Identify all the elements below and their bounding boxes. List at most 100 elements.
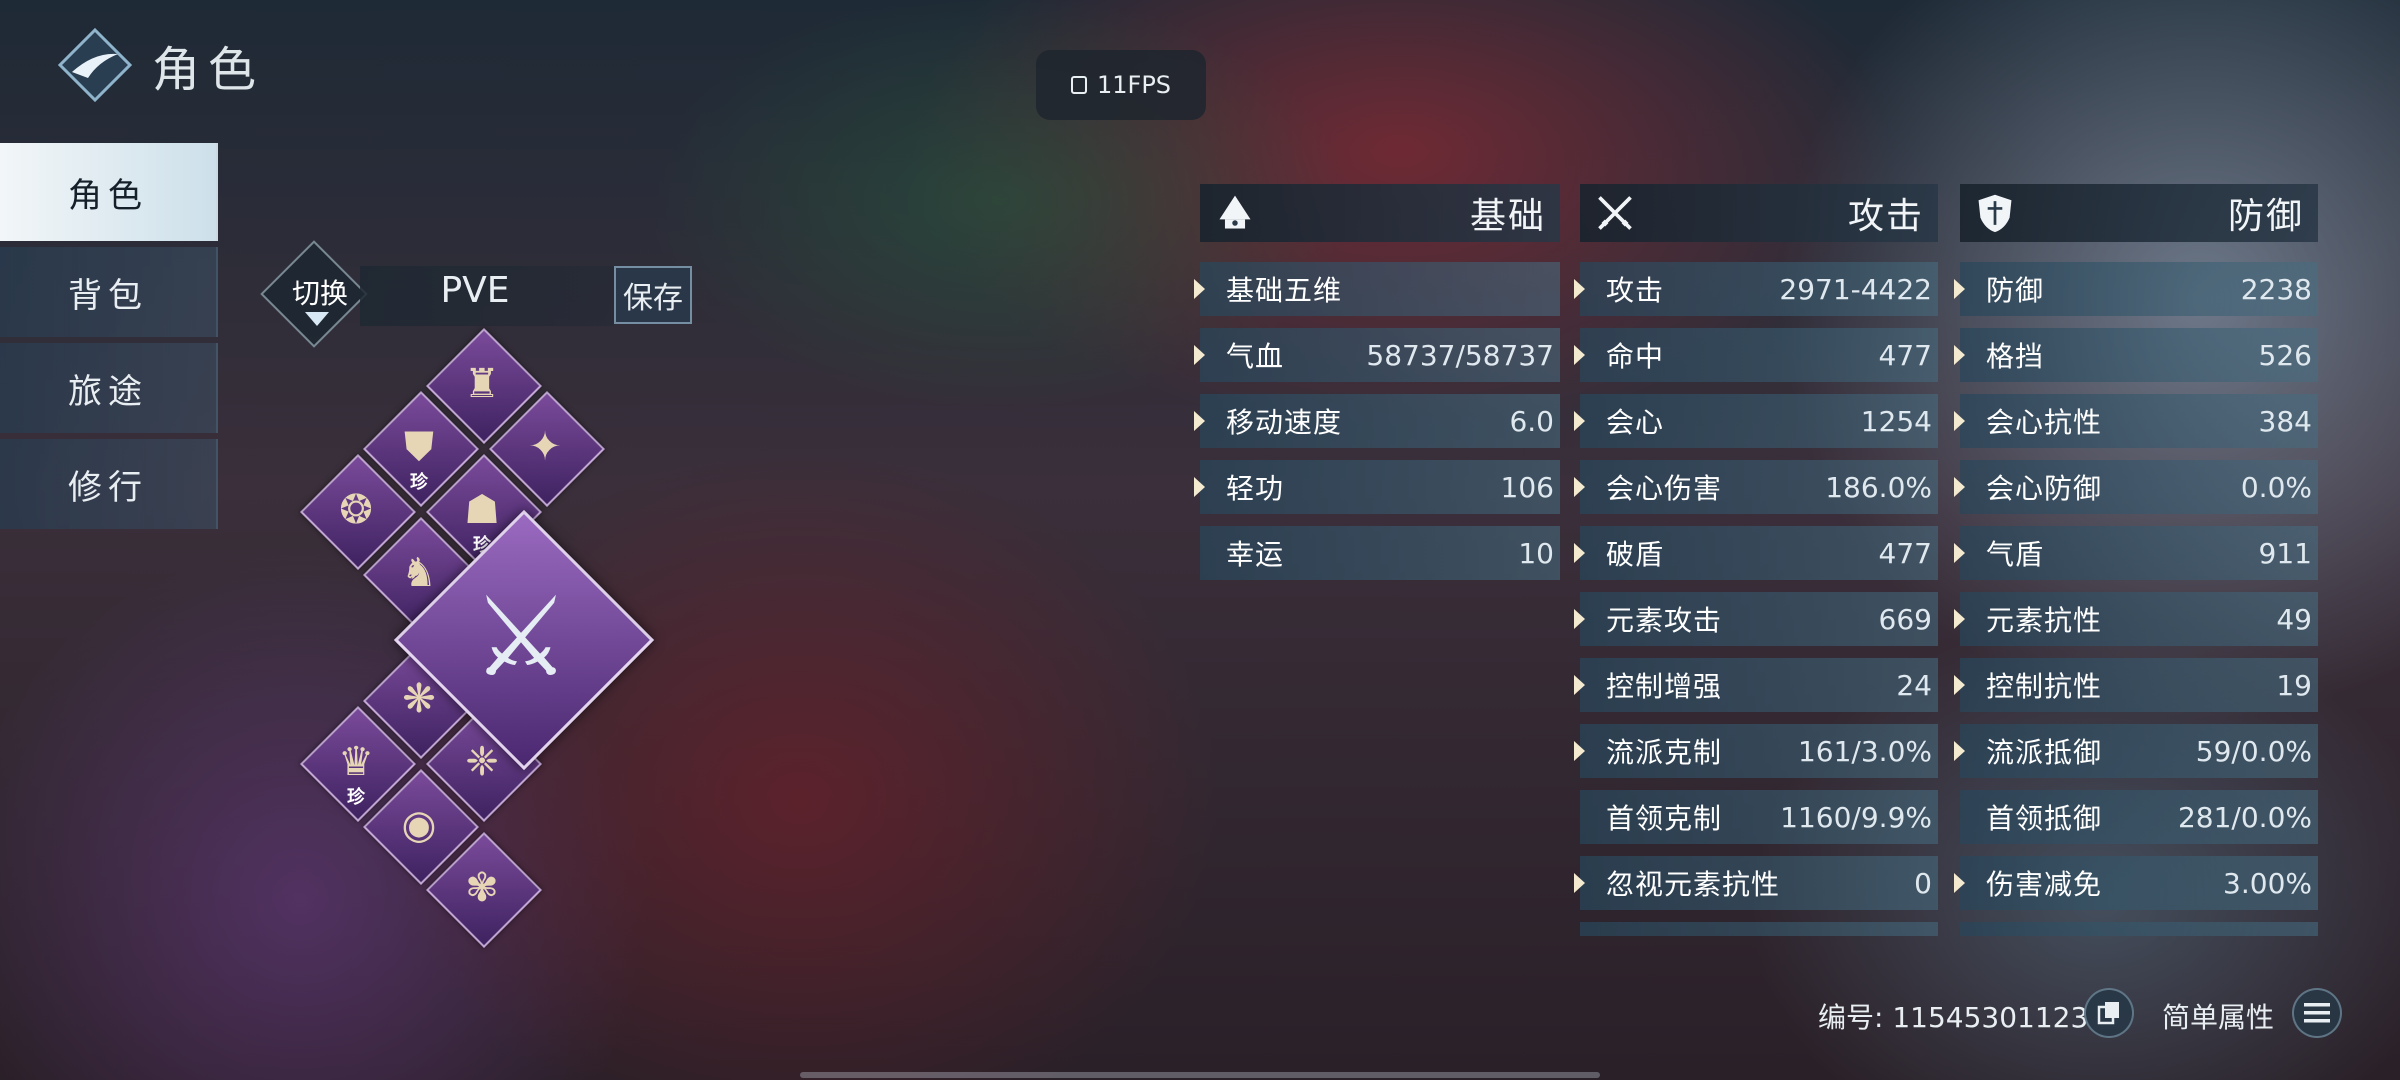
stat-row[interactable]: 破盾 477 bbox=[1574, 526, 1938, 580]
sword-icon: ⚔ bbox=[471, 573, 571, 701]
expand-arrow-icon bbox=[1574, 279, 1585, 299]
nav-tab-label: 角色 bbox=[68, 175, 148, 216]
stat-row[interactable]: 会心防御 0.0% bbox=[1954, 460, 2318, 514]
expand-arrow-icon bbox=[1954, 609, 1965, 629]
stats-header-basic: 基础 bbox=[1200, 184, 1560, 242]
nav-tab-label: 旅途 bbox=[68, 371, 148, 412]
stat-value: 186.0% bbox=[1825, 470, 1932, 504]
stat-row-partial bbox=[1580, 922, 1938, 936]
expand-arrow-icon bbox=[1574, 741, 1585, 761]
page-title: 角色 bbox=[152, 42, 265, 98]
stat-row[interactable]: 格挡 526 bbox=[1954, 328, 2318, 382]
chevron-down-icon bbox=[305, 312, 329, 326]
save-button[interactable]: 保存 bbox=[614, 266, 692, 324]
stat-row[interactable]: 移动速度 6.0 bbox=[1194, 394, 1560, 448]
stat-label: 破盾 bbox=[1606, 538, 1665, 571]
stat-label: 基础五维 bbox=[1226, 274, 1343, 307]
stat-row[interactable]: 会心 1254 bbox=[1574, 394, 1938, 448]
stat-row[interactable]: 元素抗性 49 bbox=[1954, 592, 2318, 646]
stat-row[interactable]: 流派抵御 59/0.0% bbox=[1954, 724, 2318, 778]
expand-arrow-icon bbox=[1954, 279, 1965, 299]
fps-label: 11FPS bbox=[1096, 71, 1172, 99]
nav-tab-label: 背包 bbox=[68, 275, 148, 316]
stat-value: 911 bbox=[2258, 536, 2312, 570]
stat-row: 幸运 10 bbox=[1200, 526, 1560, 580]
expand-arrow-icon bbox=[1574, 675, 1585, 695]
stat-value: 2238 bbox=[2240, 272, 2312, 306]
expand-arrow-icon bbox=[1954, 741, 1965, 761]
stat-value: 0.0% bbox=[2240, 470, 2312, 504]
stat-row[interactable]: 元素攻击 669 bbox=[1574, 592, 1938, 646]
copy-id-button[interactable] bbox=[2084, 988, 2134, 1038]
copy-id-icon bbox=[2097, 1002, 2119, 1025]
stat-label: 轻功 bbox=[1226, 472, 1285, 505]
nav-tab-label: 修行 bbox=[68, 467, 148, 508]
expand-arrow-icon bbox=[1574, 873, 1585, 893]
stat-row[interactable]: 基础五维 bbox=[1194, 262, 1560, 316]
fps-counter: 11FPS bbox=[1036, 50, 1206, 120]
stat-value: 161/3.0% bbox=[1797, 734, 1932, 768]
nav-tab-journey[interactable]: 旅途 bbox=[0, 343, 218, 433]
home-indicator bbox=[800, 1072, 1600, 1078]
expand-arrow-icon bbox=[1194, 477, 1205, 497]
stat-label: 命中 bbox=[1606, 340, 1665, 373]
rare-badge: 珍 bbox=[410, 472, 428, 493]
stat-row[interactable]: 攻击 2971-4422 bbox=[1574, 262, 1938, 316]
stat-row[interactable]: 控制增强 24 bbox=[1574, 658, 1938, 712]
stat-row[interactable]: 忽视元素抗性 0 bbox=[1574, 856, 1938, 910]
expand-arrow-icon bbox=[1954, 345, 1965, 365]
stat-value: 59/0.0% bbox=[2195, 734, 2312, 768]
stat-row[interactable]: 气盾 911 bbox=[1954, 526, 2318, 580]
stat-row[interactable]: 轻功 106 bbox=[1194, 460, 1560, 514]
stat-value: 526 bbox=[2258, 338, 2312, 372]
stat-value: 3.00% bbox=[2223, 866, 2312, 900]
stats-header-title: 攻击 bbox=[1847, 196, 1924, 237]
stat-row: 首领克制 1160/9.9% bbox=[1580, 790, 1938, 844]
hat-icon bbox=[1212, 190, 1258, 236]
expand-arrow-icon bbox=[1954, 543, 1965, 563]
stat-label: 忽视元素抗性 bbox=[1606, 868, 1781, 901]
stat-row[interactable]: 控制抗性 19 bbox=[1954, 658, 2318, 712]
expand-arrow-icon bbox=[1954, 873, 1965, 893]
stat-label: 会心伤害 bbox=[1606, 472, 1723, 505]
stat-label: 会心 bbox=[1606, 406, 1665, 439]
stat-value: 1160/9.9% bbox=[1780, 800, 1932, 834]
stat-label: 移动速度 bbox=[1226, 406, 1343, 439]
nav-tab-cultivation[interactable]: 修行 bbox=[0, 439, 218, 529]
stat-value: 281/0.0% bbox=[2177, 800, 2312, 834]
stat-value: 24 bbox=[1896, 668, 1932, 702]
simple-attributes-button[interactable] bbox=[2292, 988, 2342, 1038]
stat-label: 幸运 bbox=[1226, 538, 1285, 571]
nav-tab-bag[interactable]: 背包 bbox=[0, 247, 218, 337]
stat-value: 669 bbox=[1878, 602, 1932, 636]
stat-value: 58737/58737 bbox=[1366, 338, 1554, 372]
stat-label: 控制增强 bbox=[1606, 670, 1723, 703]
player-id-label: 编号: bbox=[1818, 1001, 1884, 1034]
stat-label: 气血 bbox=[1226, 340, 1285, 373]
expand-arrow-icon bbox=[1194, 411, 1205, 431]
stats-header-title: 基础 bbox=[1469, 196, 1546, 237]
stat-label: 元素抗性 bbox=[1986, 604, 2103, 637]
rare-badge: 珍 bbox=[347, 787, 365, 808]
nav-tab-character[interactable]: 角色 bbox=[0, 143, 218, 241]
stat-row[interactable]: 命中 477 bbox=[1574, 328, 1938, 382]
stat-row[interactable]: 伤害减免 3.00% bbox=[1954, 856, 2318, 910]
stat-value: 0 bbox=[1914, 866, 1932, 900]
stat-label: 元素攻击 bbox=[1606, 604, 1723, 637]
stat-row-partial bbox=[1960, 922, 2318, 936]
stat-row[interactable]: 流派克制 161/3.0% bbox=[1574, 724, 1938, 778]
stat-value: 6.0 bbox=[1509, 404, 1554, 438]
stat-value: 477 bbox=[1878, 536, 1932, 570]
stat-row[interactable]: 会心伤害 186.0% bbox=[1574, 460, 1938, 514]
stat-label: 会心防御 bbox=[1986, 472, 2103, 505]
stat-row[interactable]: 防御 2238 bbox=[1954, 262, 2318, 316]
stat-value: 2971-4422 bbox=[1779, 272, 1932, 306]
stat-row[interactable]: 会心抗性 384 bbox=[1954, 394, 2318, 448]
stat-value: 384 bbox=[2258, 404, 2312, 438]
crossed-swords-icon bbox=[1592, 190, 1638, 236]
expand-arrow-icon bbox=[1574, 345, 1585, 365]
player-id-value: 11545301123 bbox=[1892, 1001, 2089, 1034]
stat-label: 流派抵御 bbox=[1986, 736, 2103, 769]
stat-row[interactable]: 气血 58737/58737 bbox=[1194, 328, 1560, 382]
stat-label: 流派克制 bbox=[1606, 736, 1723, 769]
